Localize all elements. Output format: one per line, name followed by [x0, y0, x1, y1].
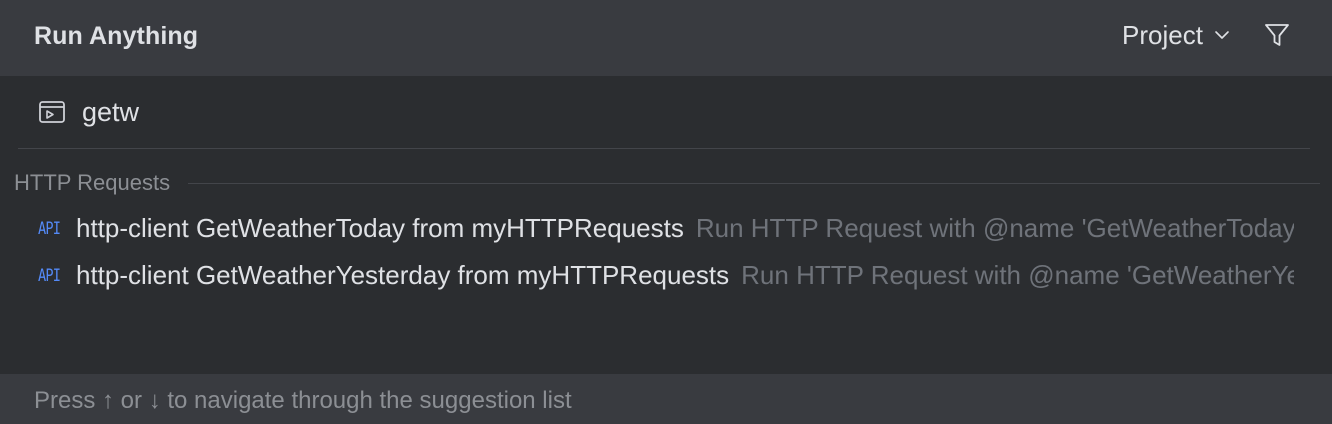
- api-icon: API: [38, 218, 61, 239]
- popup-header: Run Anything Project: [0, 0, 1332, 76]
- run-configuration-icon: [39, 101, 65, 123]
- scope-selector[interactable]: Project: [1122, 19, 1231, 51]
- list-item[interactable]: API http-client GetWeatherYesterday from…: [0, 252, 1294, 299]
- group-label: HTTP Requests: [14, 170, 171, 195]
- chevron-down-icon: [1215, 31, 1229, 39]
- search-input[interactable]: [82, 96, 1182, 128]
- scope-label: Project: [1122, 19, 1203, 50]
- list-item-name: http-client GetWeatherToday from myHTTPR…: [76, 213, 684, 243]
- popup-footer: Press ↑ or ↓ to navigate through the sug…: [0, 374, 1332, 424]
- filter-icon[interactable]: [1262, 20, 1292, 50]
- suggestion-list: API http-client GetWeatherToday from myH…: [0, 205, 1332, 299]
- list-item[interactable]: API http-client GetWeatherToday from myH…: [0, 205, 1294, 252]
- popup-title: Run Anything: [34, 22, 199, 50]
- list-item-description: Run HTTP Request with @name 'GetWeatherY…: [741, 260, 1294, 290]
- search-divider: [18, 148, 1310, 149]
- api-icon: API: [38, 265, 61, 286]
- list-item-name: http-client GetWeatherYesterday from myH…: [76, 260, 730, 290]
- group-header-http-requests: HTTP Requests: [14, 170, 1320, 196]
- search-row: [38, 95, 1182, 129]
- group-separator: [188, 182, 1320, 184]
- navigation-hint: Press ↑ or ↓ to navigate through the sug…: [34, 387, 572, 414]
- list-item-description: Run HTTP Request with @name 'GetWeatherT…: [695, 213, 1294, 243]
